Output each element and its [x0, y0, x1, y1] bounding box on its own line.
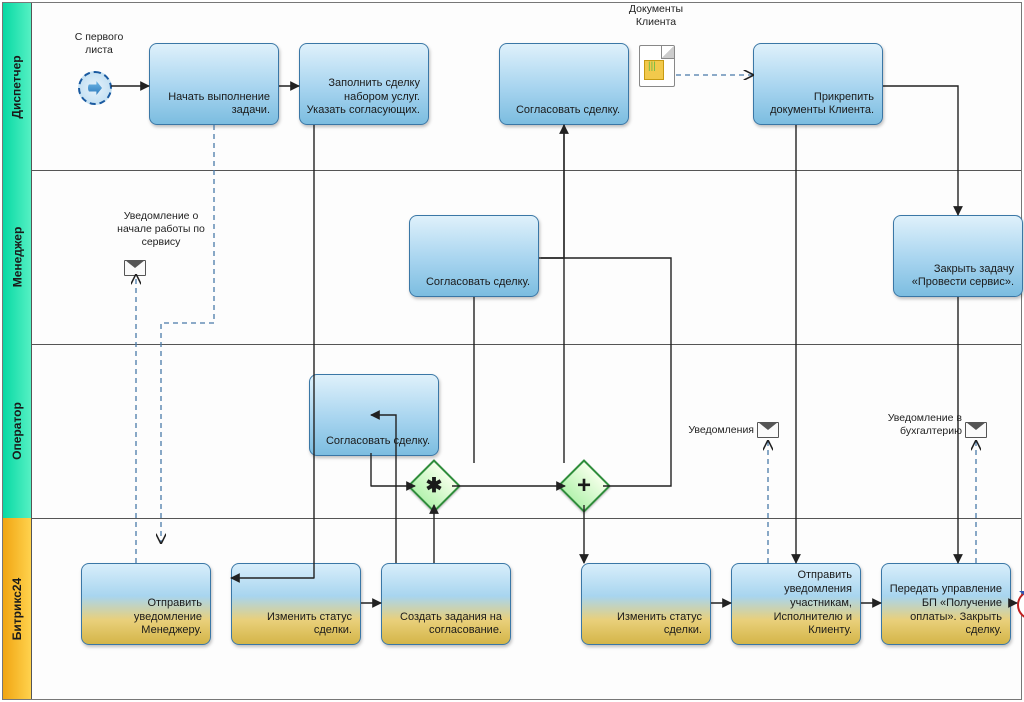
lane-header-operator: Оператор [3, 344, 32, 518]
envelope-icon [757, 422, 779, 438]
task-d2[interactable]: Заполнить сделку набором услуг. Указать … [299, 43, 429, 125]
document-icon [639, 45, 675, 87]
task-o1[interactable]: Согласовать сделку. [309, 374, 439, 456]
lane-header-bitrix24: Битрикс24 [3, 518, 32, 699]
lane-manager: Менеджер Уведомление о начале работы по … [3, 170, 1021, 345]
lane-header-manager: Менеджер [3, 170, 32, 344]
task-d1[interactable]: Начать выполнение задачи. [149, 43, 279, 125]
lane-label: Битрикс24 [10, 577, 24, 639]
task-b4[interactable]: Изменить статус сделки. [581, 563, 711, 645]
gateway-complex[interactable]: ✱ [407, 459, 461, 513]
lane-header-dispatcher: Диспетчер [3, 3, 32, 170]
lane-dispatcher: Диспетчер С первого листа Начать выполне… [3, 3, 1021, 171]
diagram-frame: Диспетчер С первого листа Начать выполне… [2, 2, 1022, 700]
lane-bitrix24: Битрикс24 Отправить уведомление Менеджер… [3, 518, 1021, 699]
envelope-icon [965, 422, 987, 438]
link-event-icon [78, 71, 112, 105]
task-b1[interactable]: Отправить уведомление Менеджеру. [81, 563, 211, 645]
note-start: С первого листа [63, 31, 135, 57]
lane-operator: Оператор Согласовать сделку. ✱ + Уведомл… [3, 344, 1021, 519]
note-notifications: Уведомления [674, 424, 754, 437]
task-b2[interactable]: Изменить статус сделки. [231, 563, 361, 645]
note-accounting: Уведомление в бухгалтерию [867, 412, 962, 438]
asterisk-icon: ✱ [426, 476, 443, 496]
task-b5[interactable]: Отправить уведомления участникам, Исполн… [731, 563, 861, 645]
task-m1[interactable]: Согласовать сделку. [409, 215, 539, 297]
lane-label: Менеджер [10, 227, 24, 288]
task-d3[interactable]: Согласовать сделку. [499, 43, 629, 125]
lane-label: Оператор [10, 402, 24, 460]
pool: Диспетчер С первого листа Начать выполне… [3, 3, 1021, 699]
lane-label: Диспетчер [10, 55, 24, 118]
note-docs: Документы Клиента [616, 3, 696, 29]
task-b6[interactable]: Передать управление БП «Получение оплаты… [881, 563, 1011, 645]
task-b3[interactable]: Создать задания на согласование. [381, 563, 511, 645]
plus-icon: + [577, 474, 591, 498]
message-end-event [1017, 590, 1024, 620]
envelope-icon [124, 260, 146, 276]
task-m2[interactable]: Закрыть задачу «Провести сервис». [893, 215, 1023, 297]
note-notify-start: Уведомление о начале работы по сервису [106, 210, 216, 249]
gateway-parallel[interactable]: + [557, 459, 611, 513]
task-d4[interactable]: Прикрепить документы Клиента. [753, 43, 883, 125]
